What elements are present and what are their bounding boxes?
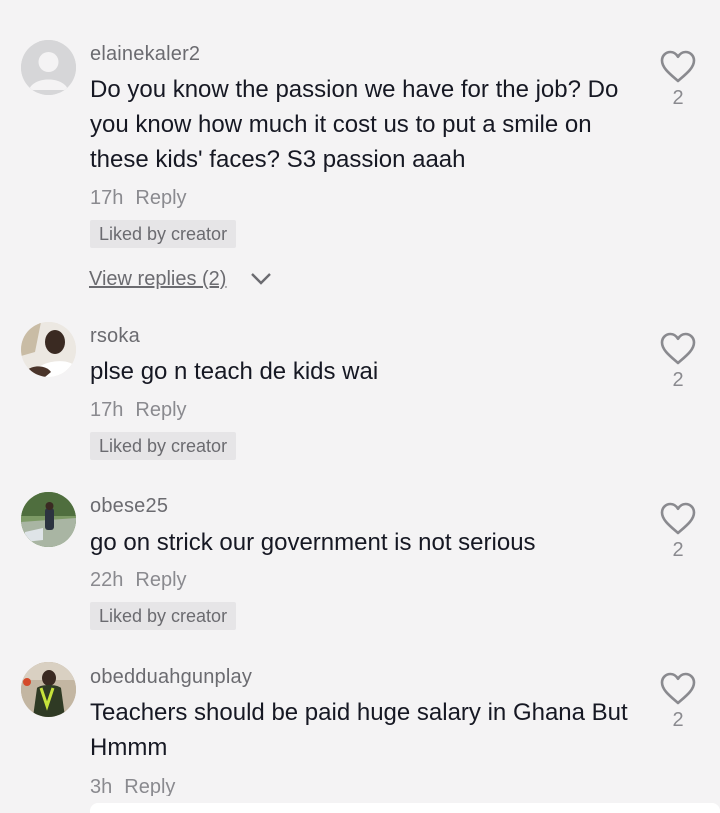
comment-time: 17h <box>90 187 124 209</box>
user-photo <box>21 492 76 547</box>
heart-outline-icon[interactable] <box>660 672 696 706</box>
default-avatar-icon <box>21 40 76 95</box>
heart-outline-icon[interactable] <box>660 50 696 84</box>
liked-by-creator-badge: Liked by creator <box>90 220 237 248</box>
user-photo <box>21 322 76 377</box>
view-replies-label: View replies (2) <box>89 268 227 290</box>
heart-outline-icon[interactable] <box>660 332 696 366</box>
liked-by-creator-badge: Liked by creator <box>90 602 237 630</box>
reply-button[interactable]: Reply <box>124 776 175 798</box>
add-comment-input[interactable] <box>90 803 720 813</box>
avatar[interactable] <box>21 662 76 717</box>
comment-meta: 17h Reply <box>90 399 187 422</box>
comment-text: go on strick our government is not serio… <box>90 529 536 556</box>
chevron-down-icon[interactable] <box>250 272 272 286</box>
comment-time: 22h <box>90 569 124 591</box>
liked-by-creator-badge: Liked by creator <box>90 432 237 460</box>
comment-meta: 22h Reply <box>90 569 187 592</box>
heart-outline-icon[interactable] <box>660 502 696 536</box>
comment-text: Do you know the passion we have for the … <box>90 76 619 173</box>
user-photo <box>21 662 76 717</box>
comment-meta: 17h Reply <box>90 187 187 210</box>
comment-username[interactable]: elainekaler2 <box>90 43 200 66</box>
reply-button[interactable]: Reply <box>135 187 186 209</box>
reply-button[interactable]: Reply <box>135 399 186 421</box>
comment-time: 17h <box>90 399 124 421</box>
avatar[interactable] <box>21 322 76 377</box>
comment-text: plse go n teach de kids wai <box>90 358 379 385</box>
comment-username[interactable]: rsoka <box>90 325 140 348</box>
comment-text: Teachers should be paid huge salary in G… <box>90 699 628 761</box>
view-replies-link[interactable]: View replies (2) <box>89 268 226 291</box>
comment-time: 3h <box>90 776 113 798</box>
reply-button[interactable]: Reply <box>135 569 186 591</box>
avatar[interactable] <box>21 40 76 95</box>
like-count: 2 <box>672 87 684 109</box>
like-count: 2 <box>672 709 684 731</box>
like-count: 2 <box>672 539 684 561</box>
like-count: 2 <box>672 369 684 391</box>
comment-username[interactable]: obedduahgunplay <box>90 666 252 689</box>
comment-username[interactable]: obese25 <box>90 495 168 518</box>
avatar[interactable] <box>21 492 76 547</box>
